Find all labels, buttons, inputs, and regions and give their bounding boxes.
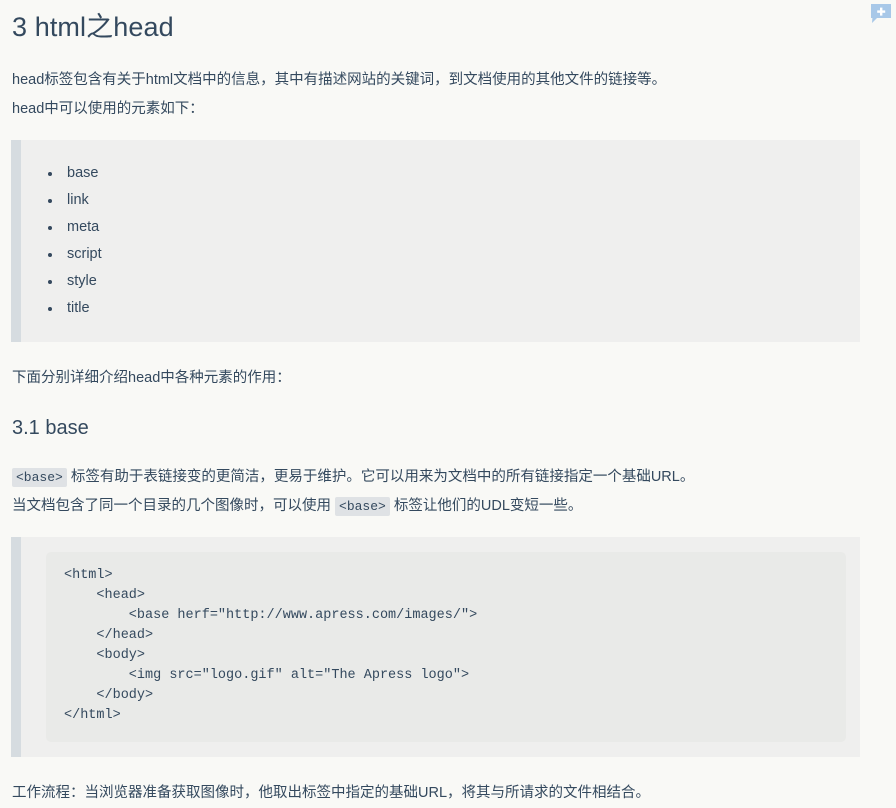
add-comment-icon[interactable] — [869, 3, 893, 27]
base-paragraph-2-before: 当文档包含了同一个目录的几个图像时，可以使用 — [12, 498, 336, 514]
list-item: meta — [48, 214, 860, 241]
code-sample-wrapper: <html> <head> <base herf="http://www.apr… — [21, 537, 860, 757]
base-paragraph-1: <base> 标签有助于表链接变的更简洁，更易于维护。它可以用来为文档中的所有链… — [0, 463, 896, 492]
head-elements-list: base link meta script style title — [21, 140, 860, 342]
after-list-text: 下面分别详细介绍head中各种元素的作用： — [12, 370, 291, 386]
base-paragraph-2: 当文档包含了同一个目录的几个图像时，可以使用 <base> 标签让他们的UDL变… — [0, 492, 896, 521]
code-sample-base[interactable]: <html> <head> <base herf="http://www.apr… — [46, 552, 846, 742]
list-item: script — [48, 241, 860, 268]
base-paragraph-2-after: 标签让他们的UDL变短一些。 — [389, 498, 583, 514]
list-item: base — [48, 160, 860, 187]
page-title: 3 html之head — [12, 12, 174, 42]
document-page: 3 html之head head标签包含有关于html文档中的信息，其中有描述网… — [0, 0, 896, 801]
workflow-paragraph: 工作流程：当浏览器准备获取图像时，他取出标签中指定的基础URL，将其与所请求的文… — [12, 785, 651, 801]
intro-line-2: head中可以使用的元素如下： — [12, 101, 204, 117]
list-item: link — [48, 187, 860, 214]
head-elements-blockquote: base link meta script style title — [11, 140, 860, 342]
section-heading-base: 3.1 base — [12, 417, 89, 439]
base-paragraph-1-text: 标签有助于表链接变的更简洁，更易于维护。它可以用来为文档中的所有链接指定一个基础… — [66, 469, 695, 485]
list-item: style — [48, 268, 860, 295]
intro-line-1: head标签包含有关于html文档中的信息，其中有描述网站的关键词，到文档使用的… — [12, 72, 667, 88]
inline-code-base-1: <base> — [12, 468, 67, 487]
list-item: title — [48, 295, 860, 322]
inline-code-base-2: <base> — [335, 497, 390, 516]
code-sample-blockquote: <html> <head> <base herf="http://www.apr… — [11, 537, 860, 757]
